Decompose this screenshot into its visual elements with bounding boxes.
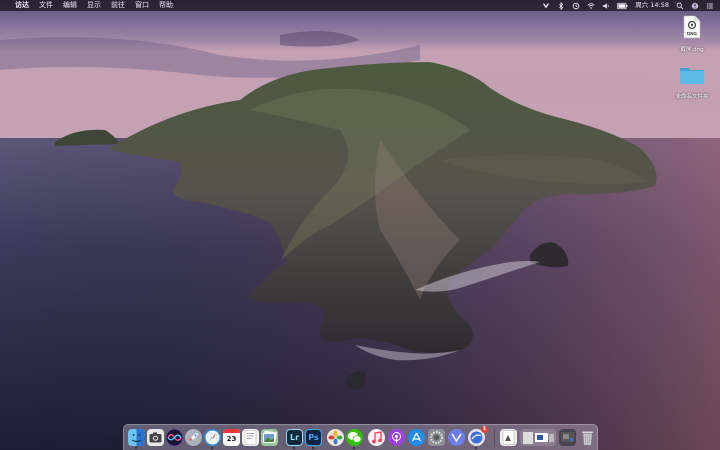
dock-launchpad[interactable] xyxy=(185,429,202,446)
dock-recent-document[interactable] xyxy=(500,429,517,446)
time-machine-icon[interactable] xyxy=(572,2,580,10)
notification-badge: 1 xyxy=(481,426,488,433)
calendar-icon xyxy=(223,429,240,433)
lightroom-icon: Lr xyxy=(289,433,300,442)
menu-view[interactable]: 显示 xyxy=(87,0,101,11)
camera-icon xyxy=(149,432,162,443)
finder-icon xyxy=(128,429,145,446)
running-indicator xyxy=(135,447,137,449)
menu-file[interactable]: 文件 xyxy=(39,0,53,11)
podcasts-icon xyxy=(392,432,401,443)
bluetooth-icon[interactable] xyxy=(557,1,565,10)
dock-screenshots-stack[interactable] xyxy=(559,429,576,446)
desktop-folder-label: 未命名文件夹 xyxy=(675,94,709,100)
dock-preview[interactable] xyxy=(261,429,278,446)
dock-separator xyxy=(494,429,495,447)
dock-podcasts[interactable] xyxy=(388,429,405,446)
gear-icon xyxy=(430,431,443,444)
dock-textedit[interactable] xyxy=(242,429,259,446)
document-icon xyxy=(244,430,257,445)
calendar-date: 23 xyxy=(226,435,237,443)
trash-icon xyxy=(582,431,593,445)
dock-system-preferences[interactable] xyxy=(428,429,445,446)
dock: 23 Lr Ps 1 xyxy=(123,424,598,450)
menu-edit[interactable]: 编辑 xyxy=(63,0,77,11)
dock-music[interactable] xyxy=(368,429,385,446)
battery-icon[interactable] xyxy=(617,2,628,10)
running-indicator xyxy=(353,447,355,449)
menubar-clock[interactable]: 周六 14:58 xyxy=(635,0,669,11)
dng-badge-text: DNG xyxy=(687,31,697,36)
dock-browser[interactable]: 1 xyxy=(468,426,488,446)
photos-stack-icon xyxy=(263,431,277,443)
dock-calendar[interactable]: 23 xyxy=(223,429,240,446)
document-stack-icon xyxy=(502,430,515,445)
dock-siri[interactable] xyxy=(166,429,183,446)
feedback-icon xyxy=(451,433,462,443)
dock-app-store[interactable] xyxy=(408,429,425,446)
running-indicator xyxy=(211,447,213,449)
desktop-file-dng[interactable]: DNG 截屏.dng xyxy=(672,15,712,53)
music-icon xyxy=(371,431,382,444)
notification-center-icon[interactable] xyxy=(706,2,714,10)
dock-feedback[interactable] xyxy=(448,429,465,446)
dock-trash[interactable] xyxy=(579,429,596,446)
dock-photoshop[interactable]: Ps xyxy=(305,429,322,446)
volume-icon[interactable] xyxy=(602,2,610,10)
menu-finder[interactable]: 访达 xyxy=(15,0,29,11)
menu-bar: 访达 文件 编辑 显示 前往 窗口 帮助 周六 14:58 xyxy=(0,0,720,11)
siri-icon xyxy=(166,429,183,446)
desktop-wallpaper xyxy=(0,0,720,450)
app-store-icon xyxy=(411,432,422,442)
user-avatar-icon[interactable] xyxy=(691,2,699,10)
running-indicator xyxy=(293,447,295,449)
screenshots-stack-icon xyxy=(561,432,574,442)
running-indicator xyxy=(475,447,477,449)
menu-help[interactable]: 帮助 xyxy=(159,0,173,11)
wechat-icon xyxy=(348,432,362,443)
photoshop-icon: Ps xyxy=(308,433,319,442)
compass-icon xyxy=(205,430,220,445)
dock-image-capture[interactable] xyxy=(147,429,164,446)
running-indicator xyxy=(312,447,314,449)
dock-wechat[interactable] xyxy=(346,429,363,446)
menu-go[interactable]: 前往 xyxy=(111,0,125,11)
rocket-icon xyxy=(189,433,198,441)
dock-lightroom[interactable]: Lr xyxy=(286,429,303,446)
dock-photos[interactable] xyxy=(327,429,344,446)
dock-downloads-stack[interactable] xyxy=(520,429,556,446)
dock-safari[interactable] xyxy=(204,429,221,446)
desktop-folder[interactable]: 未命名文件夹 xyxy=(672,64,712,100)
desktop-file-label: 截屏.dng xyxy=(680,47,704,53)
downloads-stack-icon xyxy=(523,432,554,444)
wifi-icon[interactable] xyxy=(587,2,595,10)
dng-file-icon: DNG xyxy=(683,15,701,39)
photos-icon xyxy=(328,430,343,445)
spotlight-search-icon[interactable] xyxy=(676,2,684,10)
menu-window[interactable]: 窗口 xyxy=(135,0,149,11)
folder-icon xyxy=(680,68,704,84)
vpn-icon[interactable] xyxy=(542,2,550,10)
dock-finder[interactable] xyxy=(128,429,145,446)
